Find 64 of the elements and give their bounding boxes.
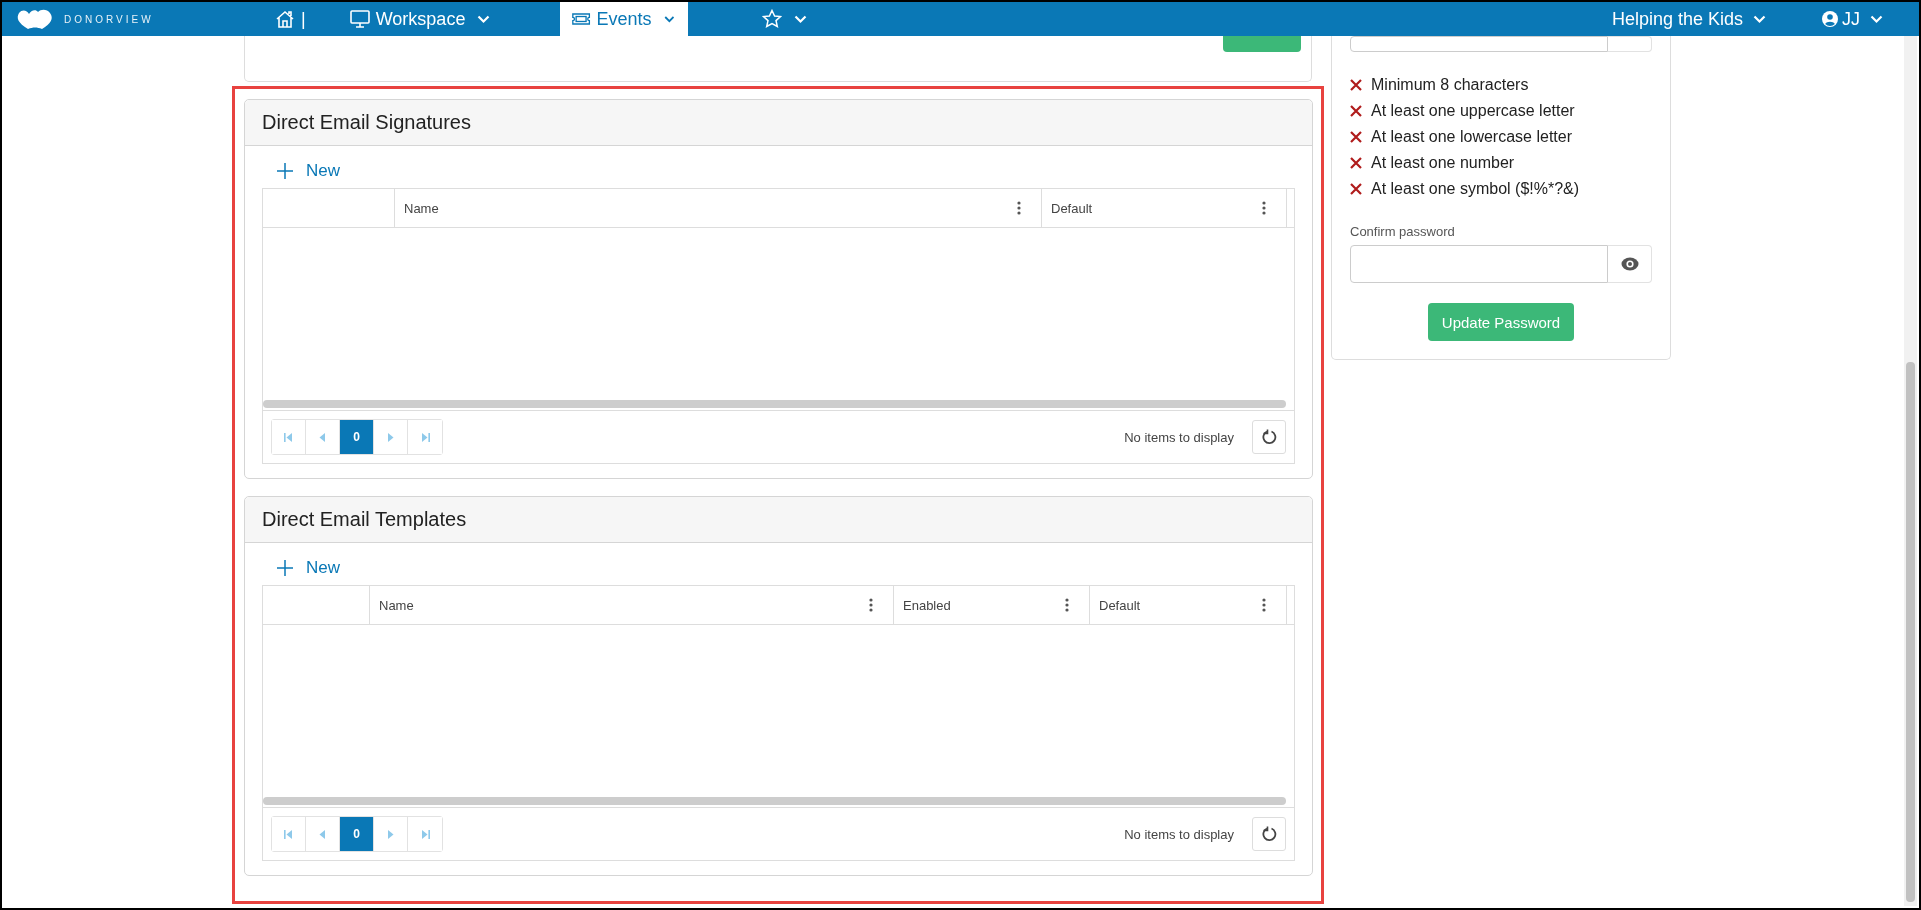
first-page-button[interactable] (272, 420, 306, 454)
password-field[interactable] (1350, 36, 1608, 52)
first-page-icon (284, 829, 293, 839)
chevron-down-icon (1753, 14, 1766, 24)
password-rule: At least one symbol ($!%*?&) (1371, 180, 1580, 198)
refresh-button[interactable] (1252, 817, 1286, 851)
column-menu-icon[interactable] (1065, 598, 1069, 612)
password-rule: Minimum 8 characters (1371, 76, 1529, 94)
home-icon (275, 9, 295, 29)
panel-title: Direct Email Templates (262, 508, 467, 531)
password-rule: At least one uppercase letter (1371, 102, 1575, 120)
password-rule: At least one number (1371, 154, 1515, 172)
pager-status: No items to display (1124, 429, 1234, 445)
user-menu[interactable]: JJ (1822, 8, 1883, 30)
column-header[interactable]: Name (395, 189, 1042, 227)
plus-icon (276, 162, 294, 180)
page-number-button[interactable]: 0 (340, 420, 374, 454)
confirm-password-field[interactable] (1350, 245, 1608, 283)
chevron-down-icon (663, 14, 675, 24)
horizontal-scrollbar[interactable] (263, 797, 1286, 805)
page-scrollbar[interactable] (1904, 36, 1917, 906)
column-menu-icon[interactable] (1262, 598, 1266, 612)
first-page-icon (284, 432, 293, 442)
last-page-icon (420, 829, 430, 839)
refresh-icon (1261, 826, 1277, 842)
next-page-icon (387, 432, 394, 442)
column-header[interactable]: Default (1090, 586, 1287, 624)
new-link[interactable]: New (276, 555, 340, 581)
previous-page-icon (319, 432, 326, 442)
page-number-button[interactable]: 0 (340, 817, 374, 851)
monitor-icon (349, 10, 370, 28)
column-menu-icon[interactable] (869, 598, 873, 612)
column-header[interactable]: Name (370, 586, 894, 624)
column-header[interactable]: Default (1042, 189, 1287, 227)
organization-menu[interactable]: Helping the Kids (1611, 8, 1766, 30)
refresh-icon (1261, 429, 1277, 445)
panel-title: Direct Email Signatures (262, 111, 471, 134)
eye-icon (1620, 257, 1639, 271)
first-page-button[interactable] (272, 817, 306, 851)
column-menu-icon[interactable] (1262, 201, 1266, 215)
logo-text: DONORVIEW (64, 13, 154, 25)
column-header[interactable]: Enabled (894, 586, 1090, 624)
chevron-down-icon (794, 14, 808, 24)
user-avatar-icon (1822, 11, 1838, 27)
chevron-down-icon (477, 14, 491, 24)
field-label: Confirm password (1350, 224, 1456, 239)
chevron-down-icon (1870, 14, 1883, 24)
nav-menu-item[interactable]: Workspace (335, 2, 505, 36)
new-link[interactable]: New (276, 158, 340, 184)
button[interactable] (1223, 36, 1301, 52)
ticket-icon (572, 11, 591, 27)
previous-page-icon (319, 829, 326, 839)
column-menu-icon[interactable] (1017, 201, 1021, 215)
nav-menu-item[interactable]: Events (560, 2, 689, 36)
password-rule: At least one lowercase letter (1371, 128, 1572, 146)
pager-status: No items to display (1124, 826, 1234, 842)
nav-separator: | (301, 8, 306, 30)
last-page-icon (420, 432, 430, 442)
next-page-icon (387, 829, 394, 839)
plus-icon (276, 559, 294, 577)
horizontal-scrollbar[interactable] (263, 400, 1286, 408)
star-icon (762, 9, 783, 29)
refresh-button[interactable] (1252, 420, 1286, 454)
show-password-button[interactable] (1608, 245, 1652, 283)
